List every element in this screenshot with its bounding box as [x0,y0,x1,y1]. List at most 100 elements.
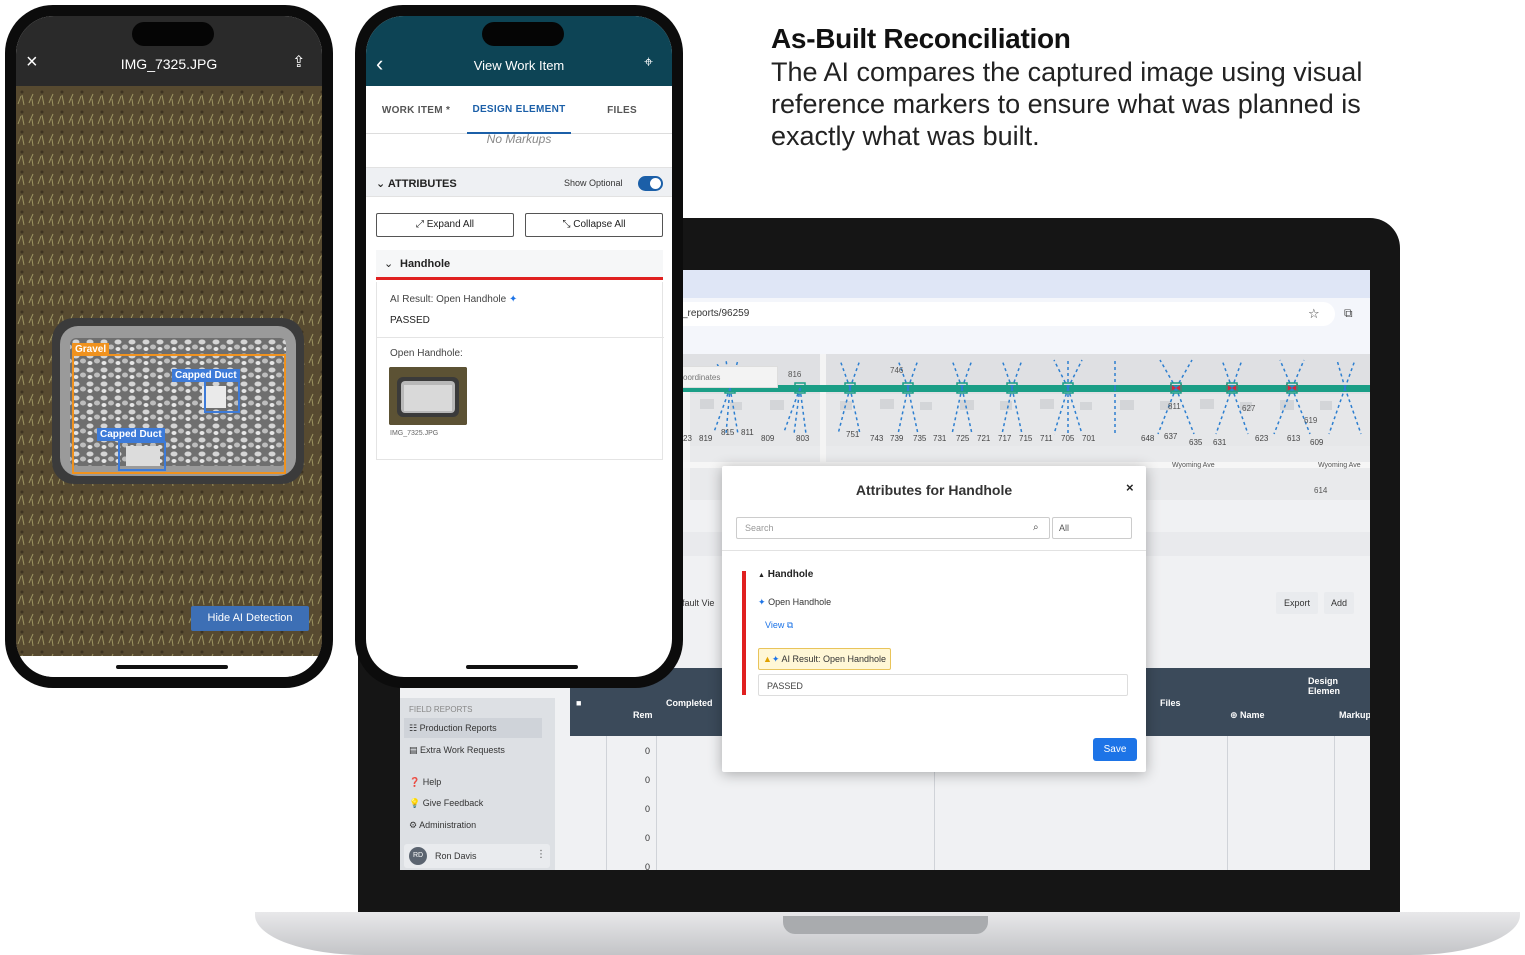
expand-all-button[interactable]: ⤢ Expand All [376,213,514,237]
phone-photo-viewer: × IMG_7325.JPG ⇪ Gravel Capped Duct Capp… [5,5,333,688]
address-bar[interactable]: _reports/96259 [670,302,1335,326]
map-label: 614 [1314,486,1328,495]
chevron-down-icon: ⌄ [384,258,394,270]
home-indicator[interactable] [466,665,578,669]
sidebar-heading: FIELD REPORTS [409,705,473,714]
rem-value: 0 [644,804,650,814]
photo-thumbnail[interactable] [389,367,467,425]
detection-label: Capped Duct [97,428,165,441]
view-link[interactable]: View ⧉ [765,620,793,631]
collapse-all-button[interactable]: ⤡ Collapse All [525,213,663,237]
home-indicator[interactable] [116,665,228,669]
sidebar: FIELD REPORTS ☷ Production Reports ▤ Ext… [400,698,555,870]
divider [377,337,664,338]
ai-result-label: AI Result: Open Handhole ✦ [390,294,518,305]
ai-result-value: PASSED [390,315,430,326]
col-design-element: Design Elemen [1308,676,1341,696]
col-rem[interactable]: Rem [633,710,653,720]
rem-value: 0 [644,862,650,870]
headline-title: As-Built Reconciliation [771,23,1071,54]
caret-up-icon: ▲ [758,572,765,579]
headline: As-Built Reconciliation The AI compares … [771,24,1411,152]
attributes-label: ⌄ ATTRIBUTES [376,178,457,190]
street-label: Wyoming Ave [1318,462,1361,469]
detection-box-capped-duct [204,379,240,413]
attributes-section-header[interactable]: ⌄ ATTRIBUTES Show Optional [366,167,672,197]
sidebar-item-help[interactable]: ❓ Help [409,772,547,792]
location-pin-icon[interactable]: ⌖ [644,54,653,72]
user-name: Ron Davis [435,851,477,861]
user-menu[interactable]: RD Ron Davis ⋮ [404,844,550,868]
expand-icon: ⤢ [415,219,424,230]
col-markup[interactable]: Markup [1339,710,1370,720]
attribute-value-input[interactable]: PASSED [758,674,1128,696]
view-selector-label[interactable]: fault Vie [682,598,714,608]
ai-sparkle-icon: ✦ [771,654,780,664]
warning-icon: ▲ [763,654,772,664]
col-files[interactable]: Files [1160,698,1181,708]
map-label: 619 [1304,416,1318,425]
sidebar-item-give-feedback[interactable]: 💡 Give Feedback [409,793,547,813]
show-optional-toggle[interactable] [638,176,663,191]
tab-files[interactable]: FILES [572,86,672,134]
reports-icon: ☷ [409,723,418,733]
photo-filename: IMG_7325.JPG [120,56,218,72]
share-icon[interactable]: ⇪ [292,52,305,72]
sidebar-item-administration[interactable]: ⚙ Administration [409,815,547,835]
col-name[interactable]: ⊕ Name [1230,710,1265,721]
gear-icon: ⚙ [409,820,418,830]
street-label: Wyoming Ave [1172,462,1215,469]
bulb-icon: 💡 [409,798,421,808]
map-label: 816 [788,370,802,379]
page-title: View Work Item [473,58,565,73]
filter-select[interactable]: All [1052,517,1132,539]
help-icon: ❓ [409,777,421,787]
rem-value: 0 [644,775,650,785]
marketing-canvas: As-Built Reconciliation The AI compares … [0,0,1525,955]
ai-result-badge: ▲✦ AI Result: Open Handhole [758,648,892,670]
select-all-checkbox[interactable]: ■ [576,698,581,708]
search-input[interactable]: Search [736,517,1050,539]
hide-ai-detection-button[interactable]: Hide AI Detection [191,606,309,631]
handhole-group-header[interactable]: ⌄ Handhole [376,250,663,280]
rem-value: 0 [644,833,650,843]
modal-title: Attributes for Handhole [855,482,1013,498]
thumbnail-filename: IMG_7325.JPG [390,430,439,437]
extension-icon[interactable]: ⧉ [1344,306,1353,321]
search-icon[interactable]: ⌕ [1033,522,1039,533]
map-label: 746 [890,366,904,375]
tab-design-element[interactable]: DESIGN ELEMENT [467,86,571,134]
save-button[interactable]: Save [1093,738,1137,761]
chevron-down-icon: ⌄ [376,178,386,190]
rem-value: 0 [644,746,650,756]
phone-screen: ‹ View Work Item ⌖ WORK ITEM * DESIGN EL… [366,16,672,677]
export-button[interactable]: Export [1276,592,1318,614]
status-indicator [742,571,746,695]
sidebar-item-extra-work-requests[interactable]: ▤ Extra Work Requests [409,740,547,760]
more-vertical-icon[interactable]: ⋮ [536,849,546,860]
collapse-icon: ⤡ [562,219,571,230]
open-handhole-label: Open Handhole: [390,348,463,359]
sidebar-item-production-reports[interactable]: ☷ Production Reports [404,718,542,738]
detection-box-capped-duct [118,441,166,471]
no-markups-text: No Markups [486,132,552,146]
table-grid-line [1334,736,1335,870]
tab-bar: WORK ITEM * DESIGN ELEMENT FILES [366,86,672,134]
detection-label: Capped Duct [172,369,240,382]
table-grid-line [656,736,657,870]
group-toggle[interactable]: ▲ Handhole [758,569,813,580]
col-completed[interactable]: Completed [666,698,713,708]
dynamic-island [132,22,214,46]
bookmark-star-icon[interactable]: ☆ [1308,306,1320,322]
phone-screen: × IMG_7325.JPG ⇪ Gravel Capped Duct Capp… [16,16,322,677]
table-grid-line [1227,736,1228,870]
laptop-notch [783,916,988,934]
close-icon[interactable]: × [1126,480,1134,495]
coordinates-field[interactable]: oordinates [678,366,778,388]
phone-work-item: ‹ View Work Item ⌖ WORK ITEM * DESIGN EL… [355,5,683,688]
tab-work-item[interactable]: WORK ITEM * [366,86,466,134]
map-label: 627 [1242,404,1256,413]
map-label: 811 [1168,402,1181,411]
dynamic-island [482,22,564,46]
add-button[interactable]: Add [1324,592,1354,614]
